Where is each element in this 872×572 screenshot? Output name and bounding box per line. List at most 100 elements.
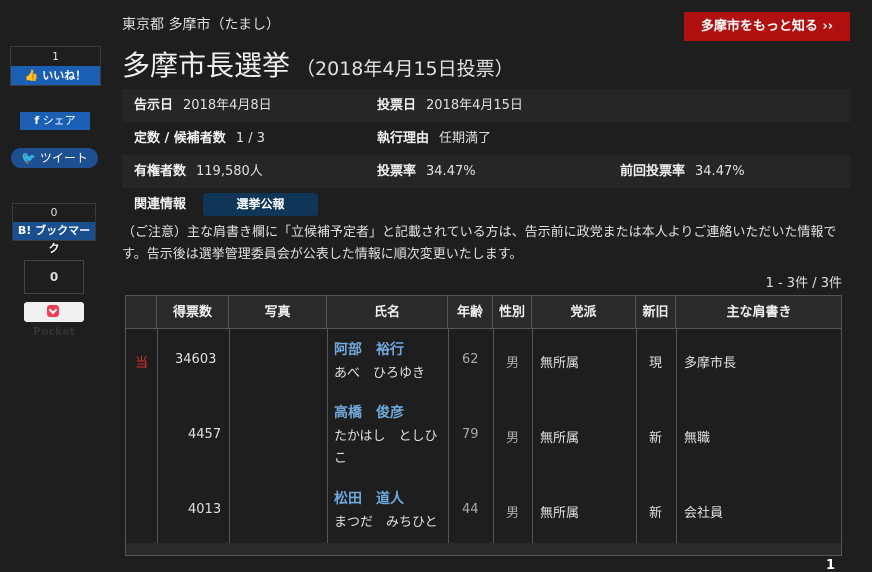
column-divider xyxy=(493,329,494,543)
vote-count: 34603 xyxy=(175,352,217,367)
candidate-kana: あべ ひろゆき xyxy=(334,366,426,381)
facebook-like-widget[interactable]: 1 👍 いいね！ xyxy=(10,46,101,86)
column-divider xyxy=(229,329,230,543)
header-votes[interactable]: 得票数 xyxy=(157,296,229,329)
candidate-name[interactable]: 阿部 裕行 xyxy=(334,339,404,359)
hatena-bookmark-label: ブックマーク xyxy=(35,224,91,255)
seats-candidates: 定数 / 候補者数 1 / 3 xyxy=(134,122,265,155)
related-info: 関連情報 xyxy=(134,188,196,221)
vote-count: 4457 xyxy=(188,427,222,442)
pagination-page[interactable]: 1 xyxy=(826,558,835,572)
column-divider xyxy=(157,329,158,543)
facebook-share-button[interactable]: f シェア xyxy=(20,112,90,130)
header-age[interactable]: 年齢 xyxy=(448,296,493,329)
reason-value: 任期満了 xyxy=(439,131,492,146)
breadcrumb[interactable]: 東京都 多摩市（たまし） xyxy=(122,14,280,34)
pocket-count: 0 xyxy=(24,260,84,294)
candidate-name[interactable]: 高橋 俊彦 xyxy=(334,402,404,422)
announce-date: 告示日 2018年4月8日 xyxy=(134,89,272,122)
vote-date-value: 2018年4月15日 xyxy=(426,98,523,113)
info-row-dates: 告示日 2018年4月8日 投票日 2018年4月15日 xyxy=(122,89,850,122)
hatena-bookmark-button[interactable]: B! ブックマーク xyxy=(13,222,95,255)
vote-date: 投票日 2018年4月15日 xyxy=(377,89,523,122)
candidate-age: 79 xyxy=(462,427,479,442)
reason-label: 執行理由 xyxy=(377,131,430,146)
tweet-button[interactable]: 🐦 ツイート xyxy=(11,148,98,168)
previous-turnout: 前回投票率 34.47% xyxy=(620,155,745,188)
turnout-label: 投票率 xyxy=(377,164,417,179)
info-row-related: 関連情報 選挙公報 xyxy=(122,188,850,221)
electorate: 有権者数 119,580人 xyxy=(134,155,263,188)
candidate-sex: 男 xyxy=(506,356,520,371)
table-header: 得票数 写真 氏名 年齢 性別 党派 新旧 主な肩書き xyxy=(126,296,841,329)
election-reason: 執行理由 任期満了 xyxy=(377,122,491,155)
header-photo: 写真 xyxy=(229,296,327,329)
column-divider xyxy=(636,329,637,543)
learn-more-button[interactable]: 多摩市をもっと知る ›› xyxy=(684,12,850,41)
candidate-party: 無所属 xyxy=(540,356,580,371)
turnout-value: 34.47% xyxy=(426,164,476,179)
table-footer xyxy=(126,543,841,555)
electorate-value: 119,580人 xyxy=(196,164,263,179)
seats-label: 定数 / 候補者数 xyxy=(134,131,226,146)
candidate-name[interactable]: 松田 道人 xyxy=(334,488,404,508)
hatena-bookmark-widget[interactable]: 0 B! ブックマーク xyxy=(12,203,96,255)
vote-count: 4013 xyxy=(188,502,222,517)
candidate-party: 無所属 xyxy=(540,506,580,521)
notice-text: （ご注意）主な肩書き欄に「立候補予定者」と記載されている方は、告示前に政党または… xyxy=(122,225,837,262)
seats-value: 1 / 3 xyxy=(235,131,265,146)
facebook-share-label: シェア xyxy=(42,114,76,127)
candidate-career: 会社員 xyxy=(684,506,724,521)
candidate-sex: 男 xyxy=(506,506,520,521)
column-divider xyxy=(532,329,533,543)
hatena-b-icon: B! xyxy=(17,224,32,237)
candidate-kana: まつだ みちひと xyxy=(334,515,438,530)
candidates-table: 得票数 写真 氏名 年齢 性別 党派 新旧 主な肩書き 当 34603 阿部 裕… xyxy=(125,295,842,556)
header-mark xyxy=(126,296,157,329)
facebook-like-button[interactable]: 👍 いいね！ xyxy=(11,66,100,85)
header-sex: 性別 xyxy=(493,296,532,329)
thumbs-up-icon: 👍 xyxy=(24,69,39,82)
header-new-old: 新旧 xyxy=(636,296,676,329)
facebook-like-label: いいね！ xyxy=(42,69,87,82)
result-count: 1 - 3件 / 3件 xyxy=(765,276,842,291)
election-bulletin-button[interactable]: 選挙公報 xyxy=(203,193,318,216)
hatena-count: 0 xyxy=(50,206,58,219)
candidate-party: 無所属 xyxy=(540,431,580,446)
column-divider xyxy=(448,329,449,543)
turnout: 投票率 34.47% xyxy=(377,155,476,188)
announce-date-label: 告示日 xyxy=(134,98,174,113)
header-party[interactable]: 党派 xyxy=(532,296,636,329)
like-count: 1 xyxy=(52,50,59,63)
candidate-age: 44 xyxy=(462,502,479,517)
previous-turnout-label: 前回投票率 xyxy=(620,164,686,179)
previous-turnout-value: 34.47% xyxy=(695,164,745,179)
tweet-label: ツイート xyxy=(39,151,88,165)
page-title: 多摩市長選挙 （2018年4月15日投票） xyxy=(122,44,514,84)
column-divider xyxy=(327,329,328,543)
candidate-status: 新 xyxy=(649,431,663,446)
info-row-seats: 定数 / 候補者数 1 / 3 執行理由 任期満了 xyxy=(122,122,850,155)
elected-mark: 当 xyxy=(135,356,149,371)
pocket-icon xyxy=(46,305,59,317)
election-date-subtitle: （2018年4月15日投票） xyxy=(296,58,514,80)
related-label: 関連情報 xyxy=(134,197,187,212)
candidate-career: 無職 xyxy=(684,431,711,446)
pocket-label: Pocket xyxy=(33,325,75,338)
announce-date-value: 2018年4月8日 xyxy=(183,98,272,113)
electorate-label: 有権者数 xyxy=(134,164,187,179)
facebook-icon: f xyxy=(34,114,40,127)
header-career: 主な肩書き xyxy=(726,305,792,320)
candidate-sex: 男 xyxy=(506,431,520,446)
header-name[interactable]: 氏名 xyxy=(327,296,448,329)
column-divider xyxy=(676,329,677,543)
info-row-turnout: 有権者数 119,580人 投票率 34.47% 前回投票率 34.47% xyxy=(122,155,850,188)
vote-date-label: 投票日 xyxy=(377,98,417,113)
election-title: 多摩市長選挙 xyxy=(122,49,291,82)
candidate-career: 多摩市長 xyxy=(684,356,737,371)
candidate-age: 62 xyxy=(462,352,479,367)
pocket-button[interactable]: Pocket xyxy=(24,302,84,338)
twitter-bird-icon: 🐦 xyxy=(21,151,37,165)
candidate-status: 新 xyxy=(649,506,663,521)
candidate-status: 現 xyxy=(649,356,663,371)
